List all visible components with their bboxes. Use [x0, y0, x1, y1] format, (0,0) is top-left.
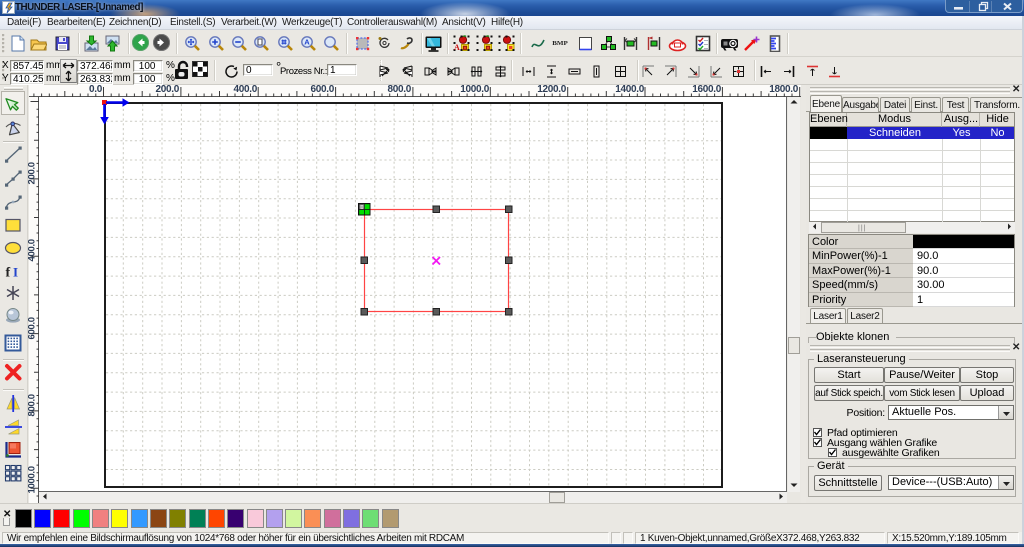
svg-text:f: f: [5, 265, 10, 280]
svg-text:BMP: BMP: [552, 40, 568, 47]
svg-text:I: I: [13, 264, 18, 279]
svg-text:A: A: [304, 38, 310, 47]
svg-text:A: A: [454, 43, 460, 52]
